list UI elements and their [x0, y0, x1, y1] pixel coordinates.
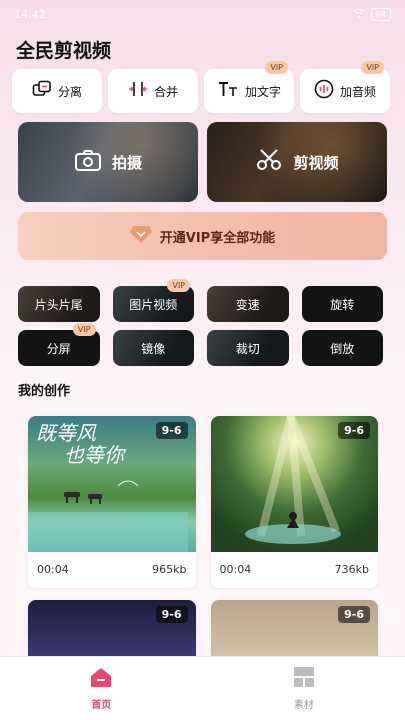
split-screen-label: 分屏 [46, 341, 71, 356]
rotate-label: 旋转 [330, 297, 355, 312]
mirror-button[interactable]: 镜像 [112, 330, 194, 366]
tab-home-label: 首页 [91, 700, 112, 711]
crop-button[interactable]: 裁切 [207, 330, 289, 366]
split-screen-button[interactable]: 分屏 VIP [18, 323, 100, 366]
speed-label: 变速 [235, 297, 260, 312]
wifi-icon [353, 8, 365, 21]
caption-line-1: 既等风 [36, 421, 96, 445]
status-bar: 14:42 64 [0, 0, 405, 28]
diamond-icon [129, 224, 152, 248]
home-icon [89, 666, 113, 692]
add-text-label: 加文字 [244, 84, 281, 99]
work-card[interactable]: 9-6 既等风 也等你 00:04 965kb [28, 416, 196, 588]
status-time: 14:42 [14, 7, 46, 21]
mirror-label: 镜像 [141, 341, 166, 356]
tab-home[interactable]: 首页 [0, 657, 203, 720]
shoot-label: 拍摄 [111, 153, 142, 172]
add-text-button[interactable]: VIP 加文字 [204, 61, 294, 113]
speed-button[interactable]: 变速 [207, 286, 289, 322]
edit-video-label: 剪视频 [293, 153, 339, 172]
app-title: 全民剪视频 [16, 40, 112, 62]
work-size: 736kb [334, 563, 369, 576]
ratio-badge: 9-6 [338, 606, 370, 623]
add-audio-button[interactable]: VIP 加音频 [300, 61, 390, 113]
my-works-title: 我的创作 [18, 384, 71, 399]
merge-icon [128, 80, 148, 102]
merge-button[interactable]: 合并 [108, 69, 198, 113]
intro-outro-label: 片头片尾 [34, 297, 83, 312]
status-icons: 64 [353, 7, 391, 21]
tab-material[interactable]: 素材 [203, 657, 405, 720]
intro-outro-button[interactable]: 片头片尾 [18, 286, 100, 322]
camera-icon [74, 148, 102, 176]
edit-video-button[interactable]: 剪视频 [207, 122, 387, 202]
photo-video-button[interactable]: 图片视频 VIP [112, 279, 194, 322]
work-duration: 00:04 [219, 563, 252, 576]
work-duration: 00:04 [37, 563, 69, 576]
vip-tag: VIP [265, 61, 288, 74]
scissors-icon [255, 148, 283, 176]
add-audio-label: 加音频 [339, 84, 376, 99]
function-grid: 片头片尾 图片视频 VIP 变速 旋转 分屏 VIP 镜像 裁切 倒放 [18, 279, 383, 366]
rotate-button[interactable]: 旋转 [301, 286, 383, 322]
tool-row: 分离 合并 VIP 加文字 VIP 加音频 [12, 61, 390, 113]
shoot-button[interactable]: 拍摄 [18, 122, 198, 202]
battery-indicator: 64 [370, 7, 391, 21]
vip-tag: VIP [361, 61, 384, 74]
photo-video-label: 图片视频 [129, 297, 178, 312]
thumbnail-caption: 既等风 也等你 [36, 422, 124, 466]
forest-scene [244, 416, 341, 544]
reverse-label: 倒放 [330, 341, 355, 356]
vip-tag: VIP [167, 279, 190, 292]
text-icon [217, 80, 239, 102]
vip-upgrade-banner[interactable]: 开通VIP享全部功能 [18, 212, 387, 260]
work-meta: 00:04 965kb [28, 552, 196, 588]
merge-label: 合并 [153, 84, 178, 99]
work-meta: 00:04 736kb [211, 552, 379, 588]
caption-line-2: 也等你 [64, 443, 124, 467]
bottom-tab-bar: 首页 素材 [0, 656, 405, 720]
material-icon [293, 666, 315, 692]
work-card[interactable]: 9-6 00:04 736kb [210, 416, 379, 588]
audio-icon [314, 79, 334, 103]
work-thumbnail: 9-6 [210, 416, 378, 552]
split-button[interactable]: 分离 [12, 69, 102, 113]
split-label: 分离 [57, 84, 82, 99]
vip-tag: VIP [72, 323, 96, 336]
work-size: 965kb [152, 563, 187, 576]
crop-label: 裁切 [235, 341, 260, 356]
primary-actions: 拍摄 剪视频 [18, 122, 387, 202]
reverse-button[interactable]: 倒放 [301, 330, 383, 366]
split-icon [32, 80, 52, 102]
tab-material-label: 素材 [293, 700, 314, 711]
ratio-badge: 9-6 [155, 606, 188, 623]
vip-banner-label: 开通VIP享全部功能 [159, 230, 276, 246]
work-thumbnail: 9-6 既等风 也等你 [28, 416, 196, 552]
